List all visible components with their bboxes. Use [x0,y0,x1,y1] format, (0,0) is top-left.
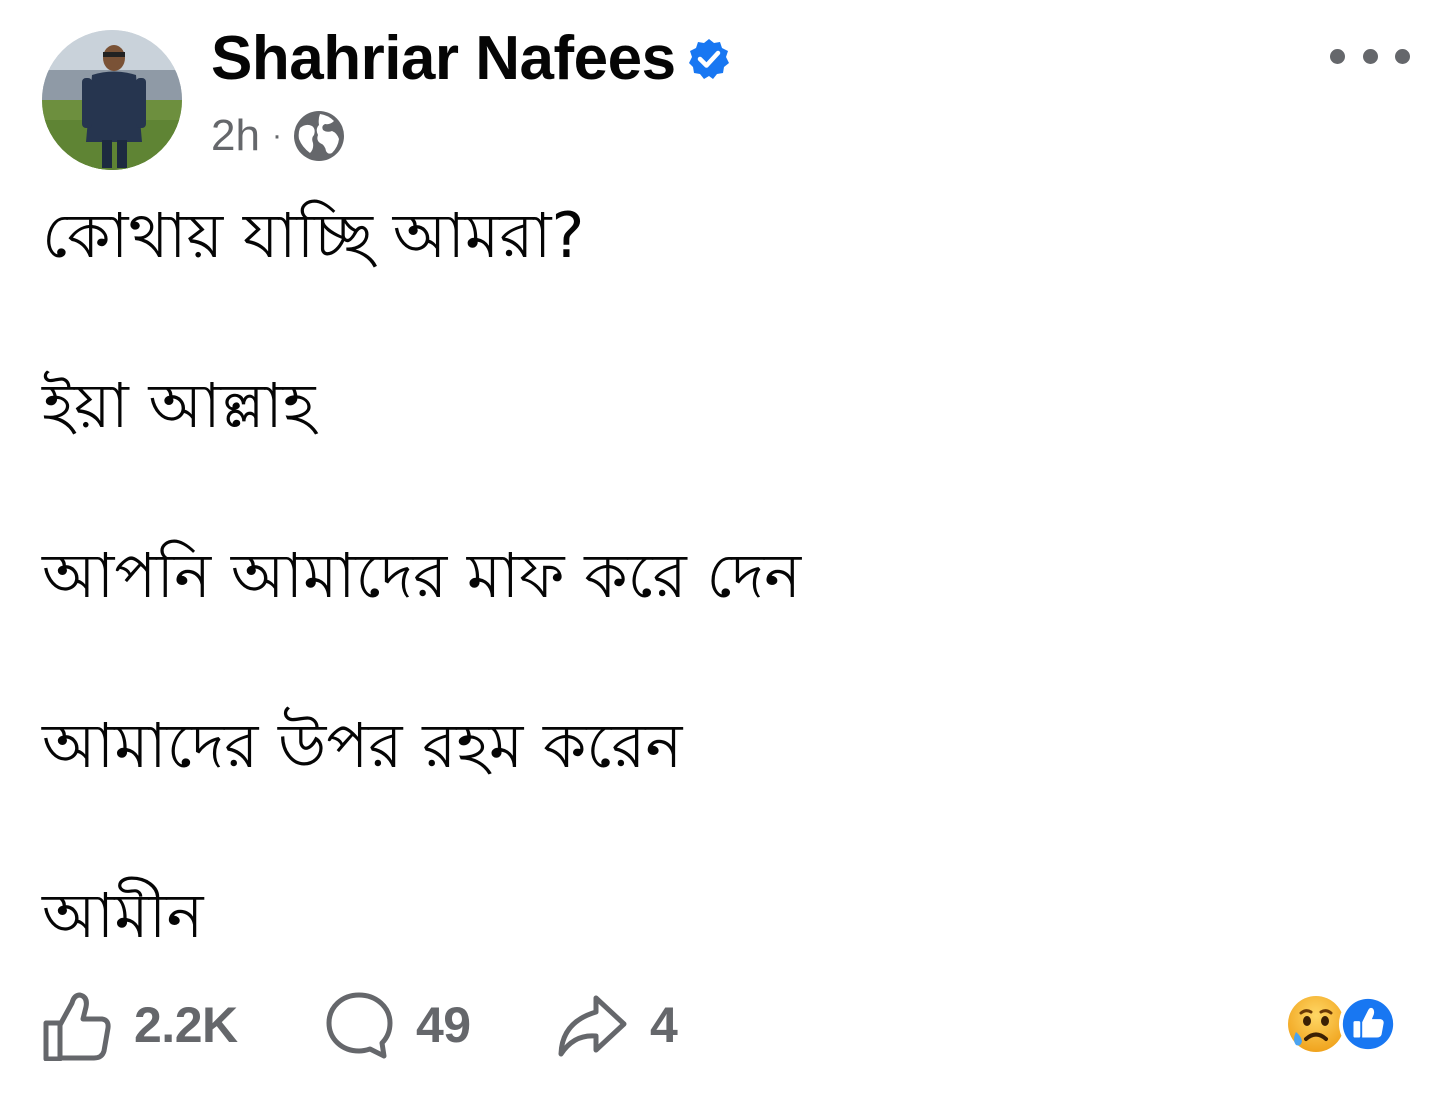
like-reaction-icon [1338,994,1398,1054]
post-line: ইয়া আল্লাহ [42,369,316,442]
globe-icon[interactable] [292,109,346,163]
post-line: আপনি আমাদের মাফ করে দেন [42,539,802,612]
post-line: কোথায় যাচ্ছি আমরা? [42,199,585,272]
post-header: Shahriar Nafees 2h · [0,0,1440,180]
comment-button[interactable]: 49 [324,980,471,1070]
post-timestamp[interactable]: 2h [211,111,260,161]
share-icon [558,995,627,1057]
post-line: আমাদের উপর রহম করেন [42,709,683,782]
reactions-summary[interactable] [1282,994,1402,1056]
share-count: 4 [650,997,678,1053]
more-dot [1395,48,1410,64]
post-actions: 2.2K 49 4 [0,980,1440,1070]
author-avatar[interactable] [42,30,182,170]
post-meta: 2h · [211,108,346,164]
author-name[interactable]: Shahriar Nafees [211,24,676,94]
more-dot [1330,48,1345,64]
more-options-button[interactable] [1330,36,1410,76]
like-icon [43,992,111,1061]
meta-separator: · [271,119,282,152]
more-dot [1362,48,1378,64]
share-button[interactable]: 4 [556,980,678,1070]
sad-reaction-icon [1288,996,1344,1052]
like-button[interactable]: 2.2K [42,980,238,1070]
comment-count: 49 [416,997,471,1053]
verified-badge-icon [689,39,729,79]
post-line: আমীন [42,879,204,952]
comment-icon [326,992,393,1059]
avatar-photo [42,30,182,170]
like-count: 2.2K [134,997,238,1053]
